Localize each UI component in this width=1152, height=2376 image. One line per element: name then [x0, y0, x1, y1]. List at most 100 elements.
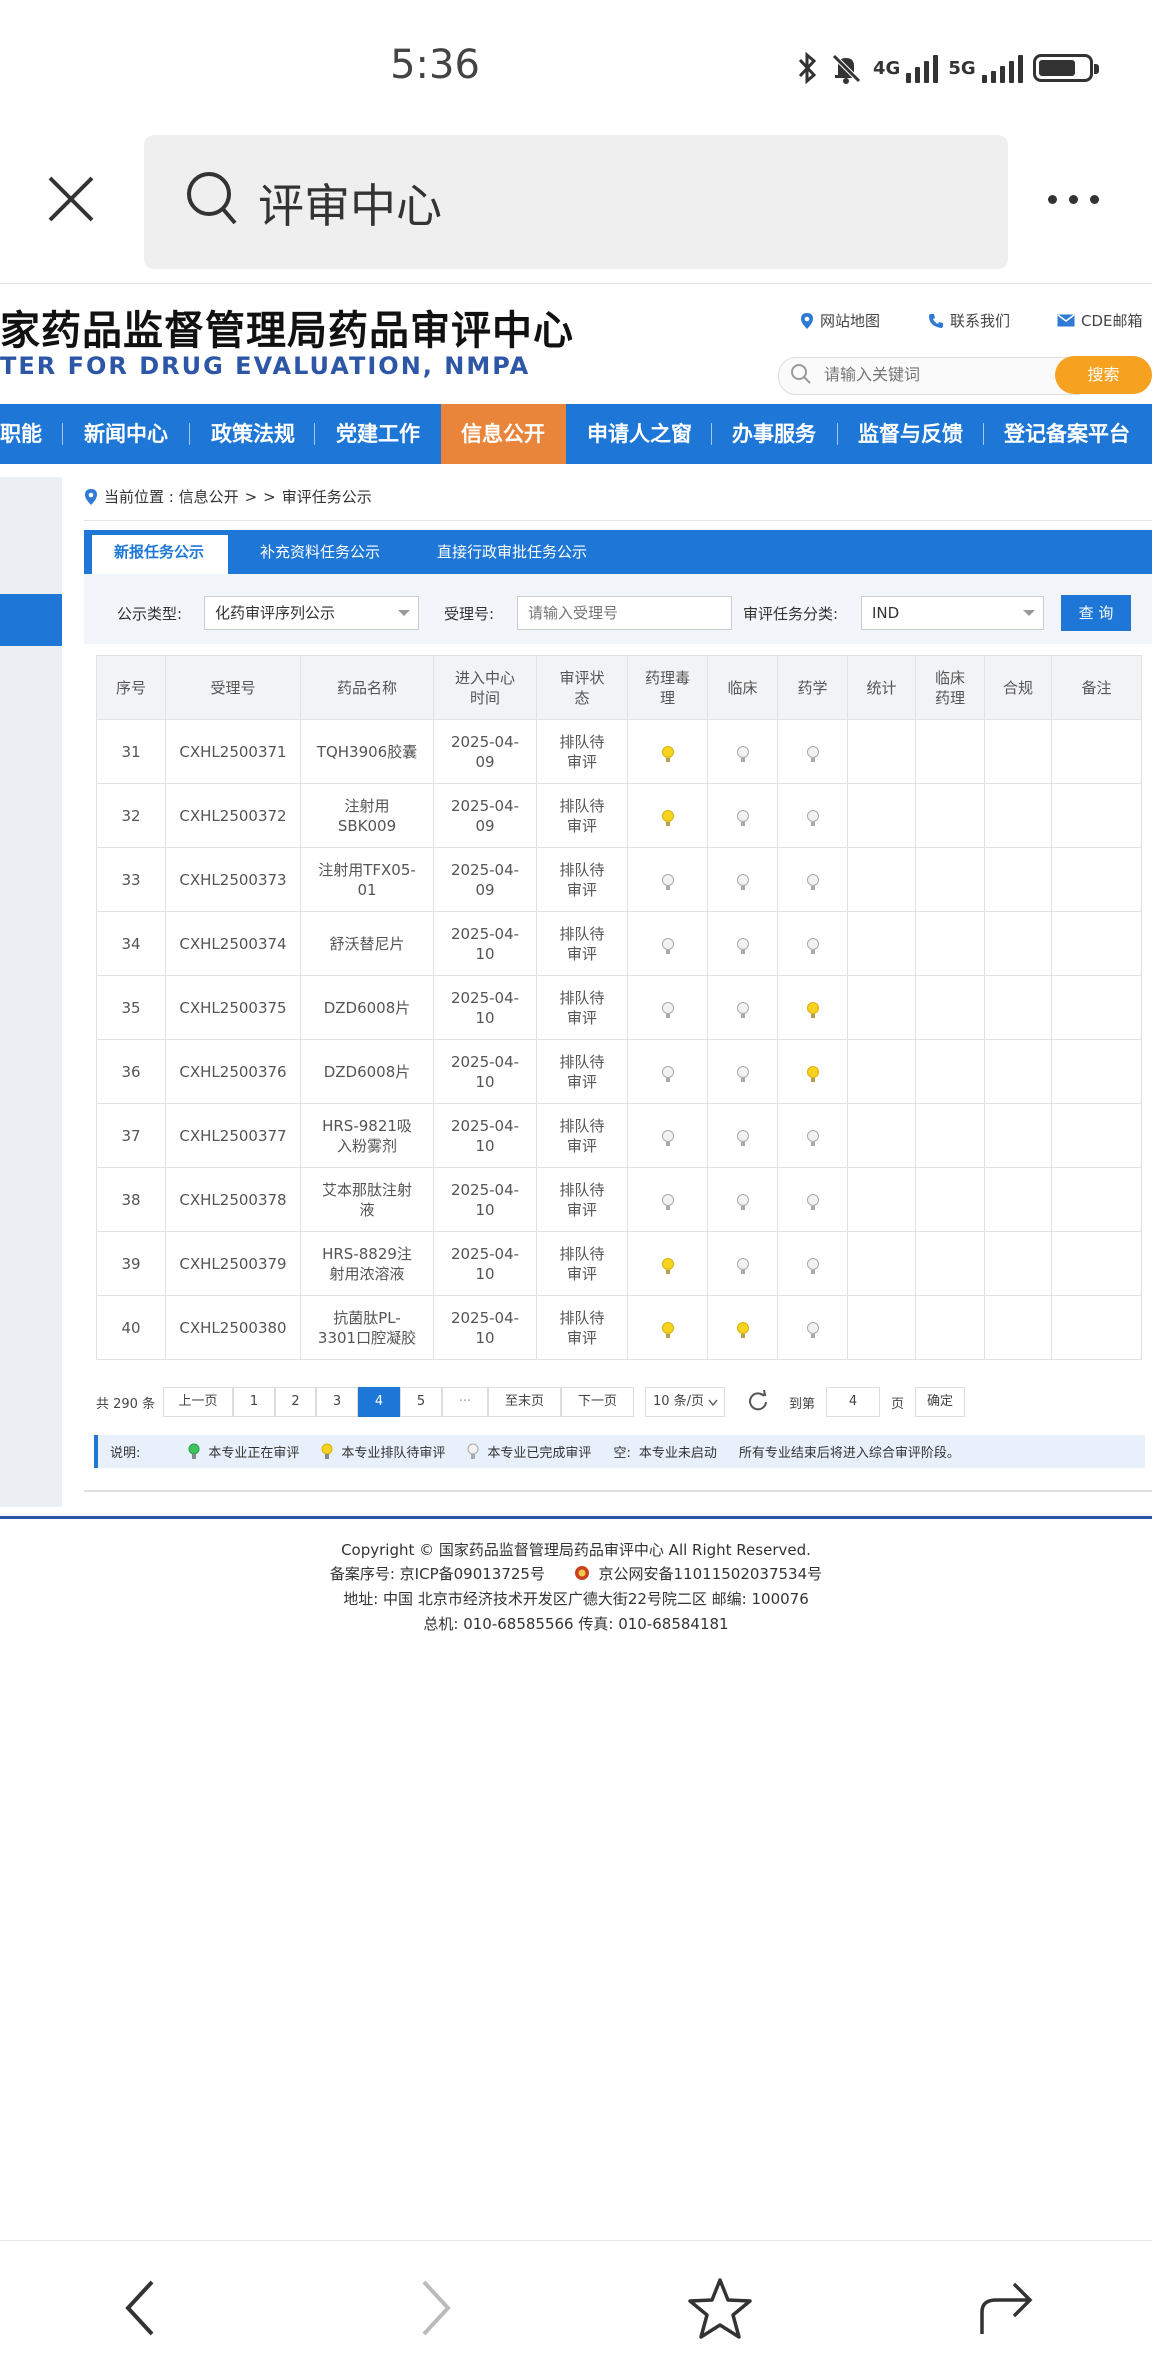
- table-cell-date: 2025-04- 09: [433, 719, 537, 784]
- table-cell-date: 2025-04- 10: [433, 975, 537, 1040]
- table-row[interactable]: 36 CXHL2500376 DZD6008片 2025-04- 10 排队待 审评: [96, 1039, 1142, 1104]
- refresh-icon[interactable]: [747, 1390, 769, 1412]
- pager-page-3[interactable]: 3: [316, 1387, 358, 1417]
- close-icon[interactable]: [40, 168, 102, 230]
- table-cell-clin: [707, 1167, 778, 1232]
- table-cell-empty: [915, 1103, 985, 1168]
- table-cell-empty: [1051, 719, 1142, 784]
- chevron-down-icon: [708, 1399, 718, 1407]
- table-cell-id: CXHL2500375: [165, 975, 301, 1040]
- table-row[interactable]: 35 CXHL2500375 DZD6008片 2025-04- 10 排队待 审评: [96, 975, 1142, 1040]
- nav-item-registration[interactable]: 登记备案平台: [1004, 404, 1130, 464]
- table-header-row: 序号 受理号 药品名称 进入中心 时间 审评状 态药理毒 理临床 药学 统计 临床 药理 合规备…: [96, 655, 1142, 720]
- nav-item-news[interactable]: 新闻中心: [84, 404, 168, 464]
- table-row[interactable]: 31 CXHL2500371 TQH3906胶囊 2025-04- 09 排队待 审评: [96, 719, 1142, 784]
- table-header-cell: 受理号: [165, 655, 301, 720]
- contact-link[interactable]: 联系我们: [928, 310, 1010, 331]
- bulb-yellow-icon: [661, 810, 674, 826]
- nav-item-applicant[interactable]: 申请人之窗: [587, 404, 692, 464]
- bulb-gray-icon: [661, 1130, 674, 1146]
- sitemap-link[interactable]: 网站地图: [800, 310, 880, 331]
- accept-no-input[interactable]: [517, 596, 732, 630]
- table-cell-clin: [707, 1103, 778, 1168]
- tab-new-tasks[interactable]: 新报任务公示: [114, 530, 204, 574]
- table-cell-clin: [707, 783, 778, 848]
- table-cell-empty: [847, 847, 916, 912]
- table-row[interactable]: 39 CXHL2500379 HRS-8829注 射用浓溶液 2025-04- 10 排…: [96, 1231, 1142, 1296]
- contact-label: 联系我们: [950, 312, 1011, 330]
- table-cell-no: 32: [96, 783, 166, 848]
- footer-copyright: Copyright © 国家药品监督管理局药品审评中心 All Right Re…: [341, 1541, 811, 1559]
- table-cell-empty: [1051, 1295, 1142, 1360]
- pager-page-5[interactable]: 5: [400, 1387, 442, 1417]
- table-cell-status: 排队待 审评: [536, 783, 628, 848]
- tab-direct-approval-tasks[interactable]: 直接行政审批任务公示: [437, 530, 587, 574]
- table-header-cell: 药理毒 理: [627, 655, 708, 720]
- table-cell-empty: [847, 1295, 916, 1360]
- back-icon[interactable]: [120, 2278, 160, 2338]
- forward-icon[interactable]: [416, 2278, 456, 2338]
- type-select[interactable]: 化药审评序列公示: [204, 596, 419, 630]
- chevron-down-icon: [1023, 610, 1035, 616]
- pager-confirm-button[interactable]: 确定: [915, 1387, 965, 1417]
- nav-item-supervision[interactable]: 监督与反馈: [858, 404, 963, 464]
- divider: [0, 283, 1152, 284]
- footer-icp-number[interactable]: 备案序号: 京ICP备09013725号: [330, 1565, 545, 1583]
- nav-item-policy[interactable]: 政策法规: [211, 404, 295, 464]
- pager-page-4[interactable]: 4: [358, 1387, 400, 1417]
- star-icon[interactable]: [686, 2276, 754, 2342]
- task-class-select[interactable]: IND: [861, 596, 1044, 630]
- table-row[interactable]: 38 CXHL2500378 艾本那肽注射 液 2025-04- 10 排队待 审评: [96, 1167, 1142, 1232]
- table-row[interactable]: 33 CXHL2500373 注射用TFX05- 01 2025-04- 09 排队待 …: [96, 847, 1142, 912]
- table-cell-tox: [627, 975, 708, 1040]
- type-select-value: 化药审评序列公示: [215, 604, 336, 622]
- network-5g-label: 5G: [948, 57, 976, 79]
- browser-search-text[interactable]: 评审中心: [258, 170, 442, 236]
- table-cell-name: HRS-9821吸 入粉雾剂: [300, 1103, 434, 1168]
- pager-ellipsis: ···: [442, 1387, 488, 1417]
- table-row[interactable]: 37 CXHL2500377 HRS-9821吸 入粉雾剂 2025-04- 10 排队…: [96, 1103, 1142, 1168]
- mail-link[interactable]: CDE邮箱: [1057, 310, 1143, 331]
- breadcrumb-location[interactable]: 当前位置 : 信息公开: [104, 486, 239, 507]
- table-cell-empty: [847, 975, 916, 1040]
- table-cell-empty: [984, 1231, 1052, 1296]
- pager-page-1[interactable]: 1: [233, 1387, 275, 1417]
- location-pin-icon: [85, 488, 97, 505]
- table-cell-empty: [915, 911, 985, 976]
- bulb-yellow-icon: [661, 1258, 674, 1274]
- sitemap-label: 网站地图: [820, 312, 881, 330]
- table-cell-no: 39: [96, 1231, 166, 1296]
- pager-size-select[interactable]: 10 条/页: [645, 1387, 725, 1417]
- bulb-gray-icon: [736, 1130, 749, 1146]
- tab-supplement-tasks[interactable]: 补充资料任务公示: [260, 530, 380, 574]
- nav-item-info[interactable]: 信息公开: [461, 404, 545, 464]
- table-cell-pharm: [777, 1231, 848, 1296]
- footer-police-number[interactable]: 京公网安备11011502037534号: [599, 1565, 823, 1583]
- more-icon[interactable]: [1048, 195, 1099, 204]
- pager-prev-button[interactable]: 上一页: [163, 1387, 233, 1417]
- mail-label: CDE邮箱: [1081, 312, 1143, 330]
- bulb-gray-icon: [806, 1130, 819, 1146]
- table-row[interactable]: 32 CXHL2500372 注射用 SBK009 2025-04- 09 排队待 审评: [96, 783, 1142, 848]
- bulb-gray-icon: [806, 938, 819, 954]
- pager-last-button[interactable]: 至末页: [488, 1387, 561, 1417]
- pager-goto-input[interactable]: 4: [826, 1387, 880, 1417]
- table-row[interactable]: 40 CXHL2500380 抗菌肽PL- 3301口腔凝胶 2025-04- 10 排…: [96, 1295, 1142, 1360]
- battery-icon: [1032, 54, 1099, 82]
- left-sidebar-active-item[interactable]: [0, 594, 62, 646]
- pager-next-button[interactable]: 下一页: [561, 1387, 634, 1417]
- table-cell-clin: [707, 911, 778, 976]
- keyword-search-button[interactable]: 搜索: [1055, 356, 1152, 394]
- bulb-gray-icon: [661, 874, 674, 890]
- nav-item-services[interactable]: 办事服务: [732, 404, 816, 464]
- nav-item-party[interactable]: 党建工作: [336, 404, 420, 464]
- table-row[interactable]: 34 CXHL2500374 舒沃替尼片 2025-04- 10 排队待 审评: [96, 911, 1142, 976]
- share-icon[interactable]: [976, 2278, 1036, 2338]
- table-cell-clin: [707, 975, 778, 1040]
- pager-page-2[interactable]: 2: [275, 1387, 316, 1417]
- bulb-gray-icon: [806, 746, 819, 762]
- query-button[interactable]: 查 询: [1061, 595, 1131, 631]
- bulb-gray-icon: [467, 1443, 479, 1459]
- nav-item-functions[interactable]: 职能: [0, 404, 42, 464]
- keyword-search-input[interactable]: [824, 357, 1054, 393]
